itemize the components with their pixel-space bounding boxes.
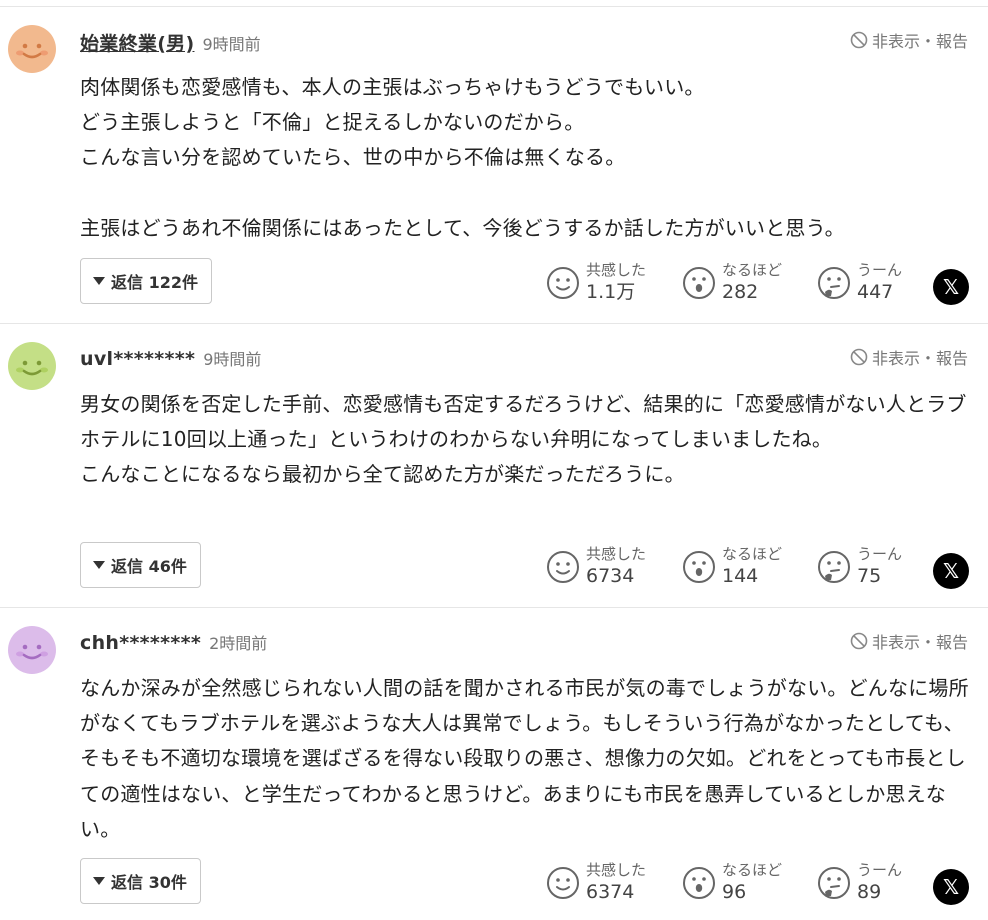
- reply-toggle-button[interactable]: 返信 46件: [80, 542, 201, 588]
- comment-text: 肉体関係も恋愛感情も、本人の主張はぶっちゃけもうどうでもいい。 どう主張しようと…: [80, 75, 845, 240]
- comment-1: 始業終業(男) 9時間前 非表示・報告 肉体関係も恋愛感情も、本人の主張はぶっち…: [0, 7, 988, 324]
- reply-count-label: 返信 122件: [111, 273, 198, 292]
- hmm-label: うーん: [857, 545, 903, 563]
- prohibit-icon: [850, 632, 868, 650]
- x-logo-icon: 𝕏: [942, 559, 960, 583]
- insight-label: なるほど: [722, 261, 783, 279]
- empathy-count: 6374: [586, 881, 635, 903]
- hide-report-label: 非表示・報告: [871, 32, 968, 51]
- x-share-button[interactable]: 𝕏: [933, 553, 969, 589]
- smile-icon: [547, 266, 579, 299]
- comment-header: uvl******** 9時間前: [80, 346, 261, 370]
- avatar-smile-purple-icon[interactable]: [8, 626, 56, 674]
- timestamp: 9時間前: [203, 350, 262, 369]
- triangle-down-icon: [93, 277, 105, 285]
- reaction-bar: 共感した 1.1万 なるほど 282 うーん 447: [546, 263, 902, 302]
- x-share-button[interactable]: 𝕏: [933, 269, 969, 305]
- prohibit-icon: [850, 31, 868, 49]
- empathy-button[interactable]: 共感した 6734: [546, 547, 682, 586]
- x-logo-icon: 𝕏: [942, 875, 960, 899]
- reply-toggle-button[interactable]: 返信 122件: [80, 258, 212, 304]
- reply-toggle-button[interactable]: 返信 30件: [80, 858, 201, 904]
- comment-text: なんか深みが全然感じられない人間の話を聞かされる市民が気の毒でしょうがない。どん…: [80, 676, 969, 841]
- insight-button[interactable]: なるほど 144: [682, 547, 817, 586]
- smile-icon: [547, 550, 579, 583]
- empathy-button[interactable]: 共感した 1.1万: [546, 263, 682, 302]
- insight-count: 144: [722, 565, 759, 587]
- comment-3: chh******** 2時間前 非表示・報告 なんか深みが全然感じられない人間…: [0, 608, 988, 920]
- insight-count: 282: [722, 281, 759, 303]
- reply-count-label: 返信 30件: [111, 873, 187, 892]
- empathy-count: 1.1万: [586, 281, 636, 303]
- hmm-button[interactable]: うーん 75: [817, 547, 902, 586]
- hide-report-label: 非表示・報告: [871, 633, 968, 652]
- hmm-label: うーん: [857, 861, 903, 879]
- comment-header: chh******** 2時間前: [80, 630, 267, 654]
- surprised-face-icon: [683, 866, 715, 899]
- comment-2: uvl******** 9時間前 非表示・報告 男女の関係を否定した手前、恋愛感…: [0, 324, 988, 608]
- x-logo-icon: 𝕏: [942, 275, 960, 299]
- triangle-down-icon: [93, 877, 105, 885]
- thinking-face-icon: [818, 550, 850, 583]
- hide-report-button[interactable]: 非表示・報告: [850, 28, 968, 52]
- comment-text: 男女の関係を否定した手前、恋愛感情も否定するだろうけど、結果的に「恋愛感情がない…: [80, 392, 967, 487]
- username-link[interactable]: 始業終業(男): [80, 29, 194, 56]
- triangle-down-icon: [93, 561, 105, 569]
- surprised-face-icon: [683, 550, 715, 583]
- timestamp: 2時間前: [209, 634, 268, 653]
- empathy-button[interactable]: 共感した 6374: [546, 863, 682, 902]
- top-divider: [0, 0, 988, 7]
- empathy-label: 共感した: [586, 861, 647, 879]
- smile-icon: [547, 866, 579, 899]
- reply-count-label: 返信 46件: [111, 557, 187, 576]
- avatar-smile-green-icon[interactable]: [8, 342, 56, 390]
- empathy-label: 共感した: [586, 261, 647, 279]
- hmm-button[interactable]: うーん 89: [817, 863, 902, 902]
- timestamp: 9時間前: [202, 35, 261, 54]
- reaction-bar: 共感した 6374 なるほど 96 うーん 89: [546, 863, 902, 902]
- insight-label: なるほど: [722, 861, 783, 879]
- x-share-button[interactable]: 𝕏: [933, 869, 969, 905]
- avatar-smile-orange-icon[interactable]: [8, 25, 56, 73]
- insight-label: なるほど: [722, 545, 783, 563]
- hmm-button[interactable]: うーん 447: [817, 263, 902, 302]
- thinking-face-icon: [818, 866, 850, 899]
- prohibit-icon: [850, 348, 868, 366]
- comment-header: 始業終業(男) 9時間前: [80, 29, 261, 56]
- hide-report-button[interactable]: 非表示・報告: [850, 629, 968, 653]
- hmm-count: 89: [857, 881, 882, 903]
- username[interactable]: uvl********: [80, 348, 195, 370]
- empathy-count: 6734: [586, 565, 635, 587]
- hmm-label: うーん: [857, 261, 903, 279]
- thinking-face-icon: [818, 266, 850, 299]
- surprised-face-icon: [683, 266, 715, 299]
- insight-button[interactable]: なるほど 282: [682, 263, 817, 302]
- hide-report-button[interactable]: 非表示・報告: [850, 345, 968, 369]
- hmm-count: 75: [857, 565, 882, 587]
- hide-report-label: 非表示・報告: [871, 349, 968, 368]
- empathy-label: 共感した: [586, 545, 647, 563]
- insight-button[interactable]: なるほど 96: [682, 863, 817, 902]
- hmm-count: 447: [857, 281, 894, 303]
- insight-count: 96: [722, 881, 747, 903]
- reaction-bar: 共感した 6734 なるほど 144 うーん 75: [546, 547, 902, 586]
- username[interactable]: chh********: [80, 632, 201, 654]
